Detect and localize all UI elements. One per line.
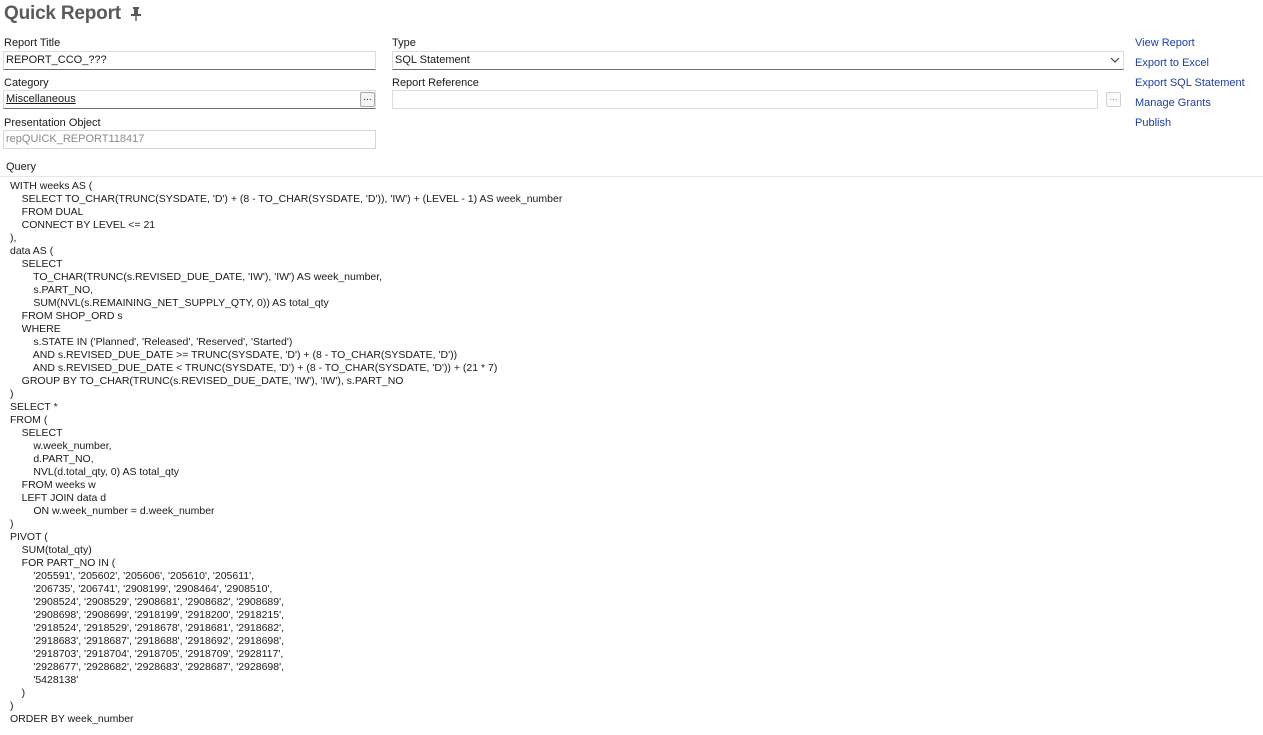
view-report-link[interactable]: View Report bbox=[1135, 36, 1245, 56]
query-line: '2918683', '2918687', '2918688', '291869… bbox=[10, 635, 285, 647]
export-sql-statement-link[interactable]: Export SQL Statement bbox=[1135, 76, 1245, 96]
query-line: ON w.week_number = d.week_number bbox=[10, 505, 215, 517]
type-value: SQL Statement bbox=[395, 54, 470, 66]
action-links: View Report Export to Excel Export SQL S… bbox=[1135, 36, 1245, 136]
query-line: '2918524', '2918529', '2918678', '291868… bbox=[10, 622, 285, 634]
query-line: SUM(NVL(s.REMAINING_NET_SUPPLY_QTY, 0)) … bbox=[10, 297, 329, 309]
query-line: WITH weeks AS ( bbox=[10, 180, 93, 192]
query-line: ) bbox=[10, 687, 26, 699]
page-title: Quick Report bbox=[4, 3, 121, 24]
presentation-object-value: repQUICK_REPORT118417 bbox=[6, 133, 145, 145]
query-line: FROM ( bbox=[10, 414, 48, 426]
category-input[interactable]: Miscellaneous bbox=[3, 90, 376, 109]
query-label: Query bbox=[6, 161, 36, 173]
query-line: CONNECT BY LEVEL <= 21 bbox=[10, 219, 156, 231]
query-line: AND s.REVISED_DUE_DATE < TRUNC(SYSDATE, … bbox=[10, 362, 498, 374]
query-line: FROM weeks w bbox=[10, 479, 96, 491]
query-line: SELECT bbox=[10, 427, 63, 439]
type-label: Type bbox=[392, 37, 416, 49]
type-select[interactable]: SQL Statement bbox=[392, 51, 1124, 70]
query-line: d.PART_NO, bbox=[10, 453, 94, 465]
query-line: NVL(d.total_qty, 0) AS total_qty bbox=[10, 466, 180, 478]
query-line: ), bbox=[10, 232, 17, 244]
report-title-label: Report Title bbox=[4, 37, 61, 49]
query-line: '2908524', '2908529', '2908681', '290868… bbox=[10, 596, 285, 608]
query-line: ) bbox=[10, 518, 14, 530]
query-line: '205591', '205602', '205606', '205610', … bbox=[10, 570, 255, 582]
query-line: s.STATE IN ('Planned', 'Released', 'Rese… bbox=[10, 336, 293, 348]
query-line: w.week_number, bbox=[10, 440, 112, 452]
query-line: LEFT JOIN data d bbox=[10, 492, 107, 504]
report-title-value: REPORT_CCO_??? bbox=[6, 54, 107, 66]
query-editor[interactable]: WITH weeks AS ( SELECT TO_CHAR(TRUNC(SYS… bbox=[10, 180, 1250, 726]
query-line: PIVOT ( bbox=[10, 531, 48, 543]
query-line: FOR PART_NO IN ( bbox=[10, 557, 116, 569]
query-line: GROUP BY TO_CHAR(TRUNC(s.REVISED_DUE_DAT… bbox=[10, 375, 404, 387]
query-line: ) bbox=[10, 700, 14, 712]
report-reference-input[interactable] bbox=[392, 90, 1098, 109]
query-line: data AS ( bbox=[10, 245, 54, 257]
export-to-excel-link[interactable]: Export to Excel bbox=[1135, 56, 1245, 76]
query-line: FROM DUAL bbox=[10, 206, 84, 218]
query-divider bbox=[0, 176, 1263, 177]
query-line: TO_CHAR(TRUNC(s.REVISED_DUE_DATE, 'IW'),… bbox=[10, 271, 383, 283]
presentation-object-input[interactable]: repQUICK_REPORT118417 bbox=[3, 130, 376, 149]
query-line: WHERE bbox=[10, 323, 61, 335]
query-line: SELECT bbox=[10, 258, 63, 270]
pin-icon[interactable] bbox=[130, 6, 142, 22]
publish-link[interactable]: Publish bbox=[1135, 116, 1245, 136]
presentation-object-label: Presentation Object bbox=[4, 117, 101, 129]
query-line: '2918703', '2918704', '2918705', '291870… bbox=[10, 648, 284, 660]
report-reference-browse-button[interactable]: ... bbox=[1106, 92, 1121, 107]
query-line: '206735', '206741', '2908199', '2908464'… bbox=[10, 583, 273, 595]
query-line: ) bbox=[10, 388, 14, 400]
query-line: SELECT * bbox=[10, 401, 58, 413]
query-line: SUM(total_qty) bbox=[10, 544, 92, 556]
query-line: s.PART_NO, bbox=[10, 284, 94, 296]
query-line: AND s.REVISED_DUE_DATE >= TRUNC(SYSDATE,… bbox=[10, 349, 458, 361]
category-browse-button[interactable]: ... bbox=[360, 92, 375, 107]
query-line: '2908698', '2908699', '2918199', '291820… bbox=[10, 609, 285, 621]
report-reference-label: Report Reference bbox=[392, 77, 479, 89]
query-line: ORDER BY week_number bbox=[10, 713, 134, 725]
manage-grants-link[interactable]: Manage Grants bbox=[1135, 96, 1245, 116]
query-line: SELECT TO_CHAR(TRUNC(SYSDATE, 'D') + (8 … bbox=[10, 193, 563, 205]
query-line: '5428138' bbox=[10, 674, 79, 686]
query-line: FROM SHOP_ORD s bbox=[10, 310, 123, 322]
category-label: Category bbox=[4, 77, 49, 89]
page-header: Quick Report bbox=[4, 3, 142, 25]
report-title-input[interactable]: REPORT_CCO_??? bbox=[3, 51, 376, 70]
category-value: Miscellaneous bbox=[6, 93, 76, 105]
chevron-down-icon bbox=[1110, 57, 1120, 63]
query-line: '2928677', '2928682', '2928683', '292868… bbox=[10, 661, 285, 673]
